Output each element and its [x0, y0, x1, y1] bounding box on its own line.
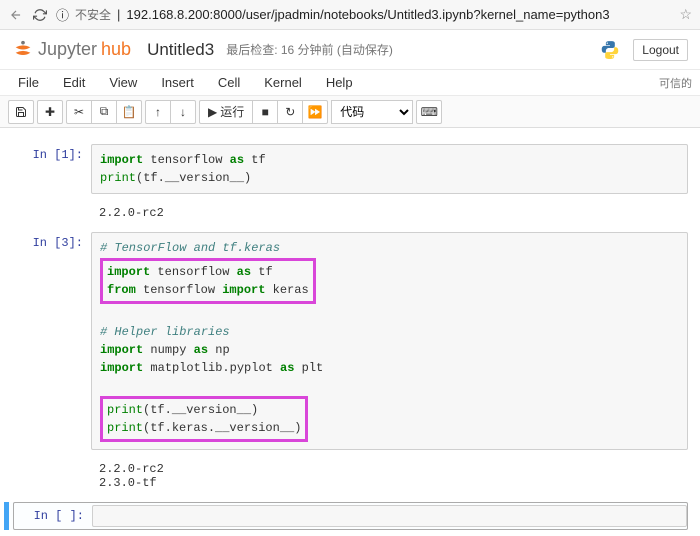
command-palette-button[interactable]: ⌨	[416, 100, 442, 124]
restart-button[interactable]: ↻	[277, 100, 303, 124]
menu-file[interactable]: File	[8, 71, 49, 94]
code-editor[interactable]	[92, 505, 687, 527]
input-prompt: In [1]:	[13, 144, 91, 194]
interrupt-button[interactable]: ■	[252, 100, 278, 124]
cut-button[interactable]: ✂	[66, 100, 92, 124]
code-editor[interactable]: # TensorFlow and tf.keras import tensorf…	[91, 232, 688, 450]
bookmark-star-icon[interactable]: ☆	[679, 6, 692, 23]
menu-edit[interactable]: Edit	[53, 71, 95, 94]
url-text: 192.168.8.200:8000/user/jpadmin/notebook…	[126, 7, 609, 22]
input-area: # TensorFlow and tf.keras import tensorf…	[91, 232, 688, 450]
logout-button[interactable]: Logout	[633, 39, 688, 61]
output-cell: 2.2.0-rc2 2.3.0-tf	[13, 456, 688, 496]
jupyter-logo[interactable]: Jupyterhub	[12, 39, 131, 61]
trusted-indicator[interactable]: 可信的	[659, 75, 692, 91]
output-text: 2.2.0-rc2	[91, 200, 688, 226]
paste-button[interactable]: 📋	[116, 100, 142, 124]
toolbar: ✚ ✂ ⧉ 📋 ↑ ↓ ▶ 运行 ■ ↻ ⏩ 代码 ⌨	[0, 96, 700, 128]
input-prompt: In [ ]:	[14, 505, 92, 527]
menu-view[interactable]: View	[99, 71, 147, 94]
jupyter-icon	[12, 39, 34, 61]
output-text: 2.2.0-rc2 2.3.0-tf	[91, 456, 688, 496]
copy-button[interactable]: ⧉	[91, 100, 117, 124]
back-icon[interactable]	[8, 7, 24, 23]
menu-kernel[interactable]: Kernel	[254, 71, 312, 94]
restart-run-all-button[interactable]: ⏩	[302, 100, 328, 124]
url-bar[interactable]: ⓘ 不安全 | 192.168.8.200:8000/user/jpadmin/…	[56, 5, 671, 24]
menu-cell[interactable]: Cell	[208, 71, 250, 94]
menu-help[interactable]: Help	[316, 71, 363, 94]
code-cell: In [3]:# TensorFlow and tf.keras import …	[13, 232, 688, 450]
cell-wrapper[interactable]: In [ ]:	[4, 502, 688, 530]
output-prompt	[13, 456, 91, 496]
python-logo-icon	[599, 39, 621, 61]
logo-text-jupyter: Jupyter	[38, 39, 97, 60]
browser-bar: ⓘ 不安全 | 192.168.8.200:8000/user/jpadmin/…	[0, 0, 700, 30]
run-button[interactable]: ▶ 运行	[199, 100, 253, 124]
header: Jupyterhub Untitled3 最后检查: 16 分钟前 (自动保存)…	[0, 30, 700, 70]
code-cell: In [ ]:	[13, 502, 688, 530]
cell-wrapper[interactable]: In [3]:# TensorFlow and tf.keras import …	[4, 232, 688, 496]
move-down-button[interactable]: ↓	[170, 100, 196, 124]
reload-icon[interactable]	[32, 7, 48, 23]
code-editor[interactable]: import tensorflow as tf print(tf.__versi…	[91, 144, 688, 194]
insecure-label: 不安全	[75, 6, 111, 23]
checkpoint-status: 最后检查: 16 分钟前 (自动保存)	[226, 41, 393, 58]
move-up-button[interactable]: ↑	[145, 100, 171, 124]
input-area	[92, 505, 687, 527]
output-prompt	[13, 200, 91, 226]
notebook-container: In [1]:import tensorflow as tf print(tf.…	[0, 128, 700, 536]
logo-text-hub: hub	[101, 39, 131, 60]
code-cell: In [1]:import tensorflow as tf print(tf.…	[13, 144, 688, 194]
notebook-title[interactable]: Untitled3	[147, 40, 214, 60]
output-cell: 2.2.0-rc2	[13, 200, 688, 226]
cell-wrapper[interactable]: In [1]:import tensorflow as tf print(tf.…	[4, 144, 688, 226]
input-area: import tensorflow as tf print(tf.__versi…	[91, 144, 688, 194]
cell-type-select[interactable]: 代码	[331, 100, 413, 124]
menubar: File Edit View Insert Cell Kernel Help 可…	[0, 70, 700, 96]
add-cell-button[interactable]: ✚	[37, 100, 63, 124]
input-prompt: In [3]:	[13, 232, 91, 450]
info-icon: ⓘ	[56, 5, 69, 24]
separator: |	[117, 7, 120, 22]
save-button[interactable]	[8, 100, 34, 124]
menu-insert[interactable]: Insert	[151, 71, 204, 94]
